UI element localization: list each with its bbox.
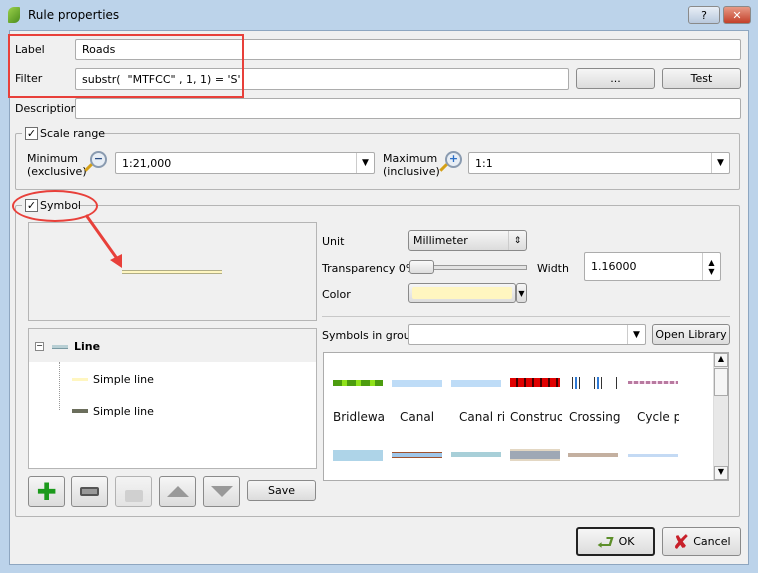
maximum-scale-combo[interactable]: 1:1 ▼	[468, 152, 730, 174]
cancel-x-icon: ✘	[672, 529, 690, 554]
arrow-up-icon	[166, 486, 189, 497]
unlock-icon	[124, 489, 143, 502]
remove-layer-button[interactable]	[71, 476, 108, 507]
tree-root-label: Line	[74, 340, 101, 353]
scale-range-checkbox[interactable]: ✓	[25, 127, 38, 140]
library-symbol-construction[interactable]	[510, 378, 560, 387]
library-label[interactable]: Bridleway	[333, 410, 385, 424]
library-symbol[interactable]	[392, 452, 442, 458]
help-button[interactable]: ?	[688, 6, 720, 24]
chevron-down-icon: ▼	[627, 325, 645, 344]
library-label[interactable]: Crossing	[569, 410, 629, 424]
expression-builder-button[interactable]: ...	[576, 68, 655, 89]
color-dropdown-button[interactable]: ▼	[516, 283, 527, 303]
library-symbol-bridleway[interactable]	[333, 380, 383, 386]
ok-arrow-icon: ⮐	[596, 529, 615, 554]
transparency-slider-handle[interactable]	[409, 260, 434, 274]
library-symbol[interactable]	[333, 450, 383, 461]
library-label[interactable]: Canal ri	[459, 410, 511, 424]
line-symbol-icon	[52, 345, 68, 349]
width-spinbox[interactable]: 1.16000 ▲ ▼	[584, 252, 721, 281]
collapse-icon[interactable]: −	[35, 342, 44, 351]
transparency-label: Transparency 0%	[322, 262, 417, 275]
library-symbol[interactable]	[568, 453, 618, 457]
symbols-in-group-label: Symbols in group	[322, 329, 418, 342]
preview-line	[122, 270, 222, 274]
library-label[interactable]: Construc	[510, 410, 562, 424]
color-swatch	[412, 287, 512, 299]
window-title: Rule properties	[28, 8, 120, 22]
library-symbol[interactable]	[451, 452, 501, 457]
spin-arrows-icon[interactable]: ▲ ▼	[702, 253, 720, 280]
cancel-button[interactable]: ✘ Cancel	[662, 527, 741, 556]
save-symbol-button[interactable]: Save	[247, 480, 316, 501]
plus-icon: ✚	[36, 477, 57, 506]
scale-range-title: Scale range	[40, 127, 106, 140]
tree-root-row[interactable]	[29, 329, 316, 362]
maximum-label: Maximum (inclusive)	[383, 152, 440, 178]
open-library-button[interactable]: Open Library	[652, 324, 730, 345]
spin-arrows-icon: ⇕	[508, 231, 526, 250]
simple-line-icon	[72, 378, 88, 381]
library-label[interactable]: Cycle p	[637, 410, 679, 424]
tree-child-label[interactable]: Simple line	[93, 373, 154, 386]
simple-line-icon	[72, 409, 88, 413]
minus-icon	[80, 487, 99, 496]
library-symbol[interactable]	[510, 449, 560, 461]
qgis-logo-icon	[8, 7, 20, 23]
ok-button[interactable]: ⮐ OK	[576, 527, 655, 556]
tree-child-label[interactable]: Simple line	[93, 405, 154, 418]
highlight-rectangle	[8, 34, 244, 98]
scroll-up-icon[interactable]: ▲	[714, 353, 728, 367]
library-symbol-canal[interactable]	[392, 380, 442, 387]
add-layer-button[interactable]: ✚	[28, 476, 65, 507]
symbols-group-combo[interactable]: ▼	[408, 324, 646, 345]
scroll-down-icon[interactable]: ▼	[714, 466, 728, 480]
chevron-down-icon: ▼	[356, 153, 374, 173]
move-down-button[interactable]	[203, 476, 240, 507]
unit-combo[interactable]: Millimeter ⇕	[408, 230, 527, 251]
scroll-thumb[interactable]	[714, 368, 728, 396]
test-button[interactable]: Test	[662, 68, 741, 89]
library-symbol-canal-river[interactable]	[451, 380, 501, 387]
width-label: Width	[537, 262, 569, 275]
description-label: Description	[15, 102, 78, 115]
color-label: Color	[322, 288, 351, 301]
description-input[interactable]	[75, 98, 741, 119]
minimum-label: Minimum (exclusive)	[27, 152, 87, 178]
arrow-down-icon	[210, 486, 233, 497]
move-up-button[interactable]	[159, 476, 196, 507]
library-label[interactable]: Canal	[400, 410, 452, 424]
color-button[interactable]	[408, 283, 516, 303]
library-scrollbar[interactable]: ▲ ▼	[713, 353, 728, 480]
annotation-arrow	[84, 214, 122, 268]
lock-layer-button[interactable]	[115, 476, 152, 507]
unit-label: Unit	[322, 235, 345, 248]
library-symbol-cycle-path[interactable]	[628, 381, 678, 384]
separator	[322, 316, 730, 317]
close-button[interactable]: ✕	[723, 6, 751, 24]
chevron-down-icon: ▼	[711, 153, 729, 173]
library-symbol-crossing[interactable]	[568, 377, 618, 389]
library-symbol[interactable]	[628, 454, 678, 457]
minimum-scale-combo[interactable]: 1:21,000 ▼	[115, 152, 375, 174]
